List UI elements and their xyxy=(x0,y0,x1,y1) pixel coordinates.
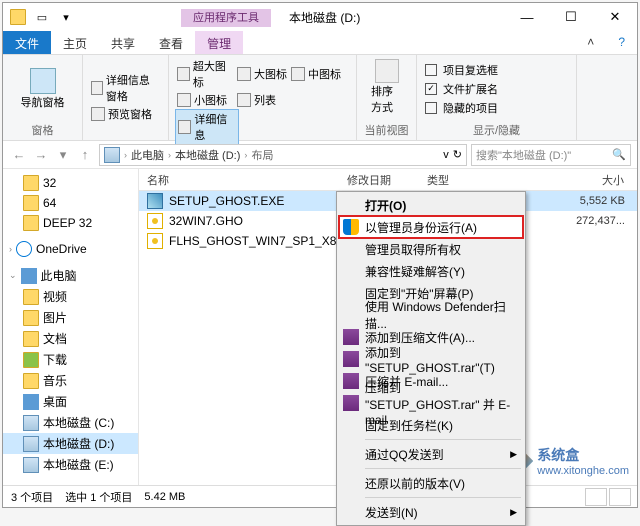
tree-downloads[interactable]: 下载 xyxy=(3,349,138,370)
up-button[interactable]: ↑ xyxy=(75,145,95,165)
tree-ddrive[interactable]: 本地磁盘 (D:) xyxy=(3,433,138,454)
file-name: FLHS_GHOST_WIN7_SP1_X86_ xyxy=(169,234,350,248)
address-bar[interactable]: › 此电脑 › 本地磁盘 (D:) › v ↻ xyxy=(99,144,467,166)
preview-pane-btn[interactable]: 预览窗格 xyxy=(89,105,162,123)
file-size: 5,552 KB xyxy=(580,195,625,207)
nav-pane-label: 导航窗格 xyxy=(21,94,65,110)
help-button[interactable]: ? xyxy=(606,31,637,54)
menu-separator xyxy=(365,439,521,440)
watermark: 系统盒 www.xitonghe.com xyxy=(509,445,629,477)
rar-icon xyxy=(343,329,359,345)
menu-restore-prev[interactable]: 还原以前的版本(V) xyxy=(339,472,523,494)
gho-icon xyxy=(147,233,163,249)
fwd-button[interactable]: → xyxy=(31,145,51,165)
view-sm[interactable]: 小图标 xyxy=(175,91,235,109)
ribbon-collapse[interactable]: ˄ xyxy=(575,31,606,54)
tab-manage[interactable]: 管理 xyxy=(195,31,243,54)
col-size[interactable]: 大小 xyxy=(499,172,637,188)
nav-tree[interactable]: 32 64 DEEP 32 ›OneDrive ⌄此电脑 视频 图片 文档 下载… xyxy=(3,169,139,485)
minimize-button[interactable]: — xyxy=(505,3,549,31)
col-modified[interactable]: 修改日期 xyxy=(339,172,419,188)
tab-share[interactable]: 共享 xyxy=(99,31,147,54)
tree-thispc[interactable]: ⌄此电脑 xyxy=(3,265,138,286)
view-details[interactable]: 详细信息 xyxy=(175,109,239,145)
tree-folder-deep32[interactable]: DEEP 32 xyxy=(3,213,138,233)
maximize-button[interactable]: ☐ xyxy=(549,3,593,31)
chk-hidden[interactable]: 隐藏的项目 xyxy=(423,99,570,117)
nav-pane-button[interactable]: 导航窗格 xyxy=(21,68,65,110)
menu-separator xyxy=(365,468,521,469)
props-qat-icon[interactable]: ▭ xyxy=(31,6,53,28)
tree-folder-32[interactable]: 32 xyxy=(3,173,138,193)
crumb-pc[interactable]: 此电脑 xyxy=(131,147,164,163)
menu-defender[interactable]: 使用 Windows Defender扫描... xyxy=(339,304,523,326)
tab-file[interactable]: 文件 xyxy=(3,31,51,54)
view-lg[interactable]: 大图标 xyxy=(235,57,289,91)
menu-separator xyxy=(365,497,521,498)
view-list[interactable]: 列表 xyxy=(235,91,289,109)
tree-cdrive[interactable]: 本地磁盘 (C:) xyxy=(3,412,138,433)
rar-icon xyxy=(343,351,359,367)
file-name: 32WIN7.GHO xyxy=(169,214,243,228)
context-tab-label: 应用程序工具 xyxy=(181,9,271,27)
tree-documents[interactable]: 文档 xyxy=(3,328,138,349)
drive-icon xyxy=(104,147,120,163)
exe-icon xyxy=(147,193,163,209)
shield-icon xyxy=(343,219,359,235)
search-icon: 🔍 xyxy=(612,148,626,161)
tree-edrive[interactable]: 本地磁盘 (E:) xyxy=(3,454,138,475)
refresh-button[interactable]: ↻ xyxy=(453,148,462,161)
crumb-drive[interactable]: 本地磁盘 (D:) xyxy=(175,147,240,163)
folder-qat-icon[interactable] xyxy=(7,6,29,28)
sort-button[interactable]: 排序方式 xyxy=(363,57,410,120)
menu-add-named-rar[interactable]: 添加到 "SETUP_GHOST.rar"(T) xyxy=(339,348,523,370)
group-show: 显示/隐藏 xyxy=(423,120,570,138)
qat-dropdown[interactable]: ▾ xyxy=(55,6,77,28)
window-title: 本地磁盘 (D:) xyxy=(289,9,360,26)
status-sel-size: 5.42 MB xyxy=(144,491,185,503)
detail-pane-btn[interactable]: 详细信息窗格 xyxy=(89,71,162,105)
tree-videos[interactable]: 视频 xyxy=(3,286,138,307)
tab-view[interactable]: 查看 xyxy=(147,31,195,54)
view-md[interactable]: 中图标 xyxy=(289,57,343,91)
tree-folder-64[interactable]: 64 xyxy=(3,193,138,213)
addr-dropdown[interactable]: v xyxy=(443,149,449,161)
menu-open[interactable]: 打开(O) xyxy=(339,194,523,216)
menu-compat[interactable]: 兼容性疑难解答(Y) xyxy=(339,260,523,282)
menu-run-as-admin[interactable]: 以管理员身份运行(A) xyxy=(339,216,523,238)
file-size: 272,437... xyxy=(576,215,625,227)
view-details-btn[interactable] xyxy=(585,488,607,506)
rar-icon xyxy=(343,373,359,389)
col-type[interactable]: 类型 xyxy=(419,172,499,188)
tree-pictures[interactable]: 图片 xyxy=(3,307,138,328)
menu-take-ownership[interactable]: 管理员取得所有权 xyxy=(339,238,523,260)
col-name[interactable]: 名称 xyxy=(139,172,339,188)
chk-item-boxes[interactable]: 项目复选框 xyxy=(423,61,570,79)
gho-icon xyxy=(147,213,163,229)
status-count: 3 个项目 xyxy=(11,489,53,505)
context-menu: 打开(O) 以管理员身份运行(A) 管理员取得所有权 兼容性疑难解答(Y) 固定… xyxy=(336,191,526,526)
status-selection: 选中 1 个项目 xyxy=(65,489,132,505)
group-panes: 窗格 xyxy=(9,120,76,138)
menu-qq-send[interactable]: 通过QQ发送到▶ xyxy=(339,443,523,465)
search-placeholder: 搜索"本地磁盘 (D:)" xyxy=(476,147,571,163)
search-box[interactable]: 搜索"本地磁盘 (D:)" 🔍 xyxy=(471,144,631,166)
back-button[interactable]: ← xyxy=(9,145,29,165)
group-current: 当前视图 xyxy=(363,120,410,138)
chk-ext[interactable]: ✓文件扩展名 xyxy=(423,80,570,98)
close-button[interactable]: ✕ xyxy=(593,3,637,31)
menu-email-named-rar[interactable]: 压缩到 "SETUP_GHOST.rar" 并 E-mail xyxy=(339,392,523,414)
recent-dropdown[interactable]: ▾ xyxy=(53,145,73,165)
menu-pin-taskbar[interactable]: 固定到任务栏(K) xyxy=(339,414,523,436)
tree-music[interactable]: 音乐 xyxy=(3,370,138,391)
menu-sendto[interactable]: 发送到(N)▶ xyxy=(339,501,523,523)
view-thumbs-btn[interactable] xyxy=(609,488,631,506)
tree-desktop[interactable]: 桌面 xyxy=(3,391,138,412)
tab-home[interactable]: 主页 xyxy=(51,31,99,54)
view-xl[interactable]: 超大图标 xyxy=(175,57,235,91)
file-name: SETUP_GHOST.EXE xyxy=(169,194,284,208)
tree-onedrive[interactable]: ›OneDrive xyxy=(3,239,138,259)
rar-icon xyxy=(343,395,359,411)
